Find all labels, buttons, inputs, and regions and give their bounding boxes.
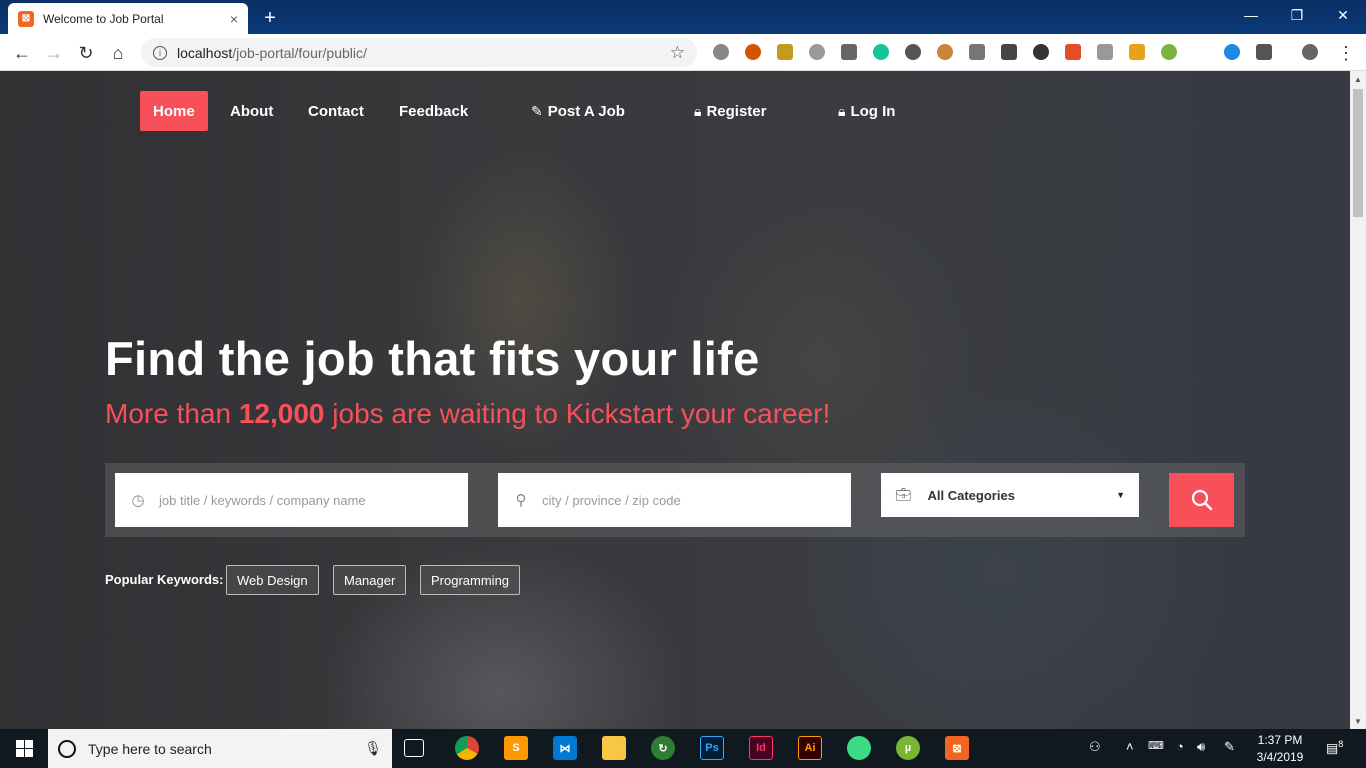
- tab-title: Welcome to Job Portal: [43, 11, 164, 26]
- hero-section: Home About Contact Feedback ✎ Post A Job…: [0, 71, 1350, 729]
- nav-feedback[interactable]: Feedback: [399, 91, 468, 131]
- lock-icon: 🔒︎: [838, 102, 846, 119]
- job-search-form: ◷ job title / keywords / company name ⚲ …: [105, 463, 1245, 537]
- search-button[interactable]: [1169, 473, 1234, 527]
- microphone-icon[interactable]: 🎙︎: [364, 740, 382, 757]
- popular-keywords-label: Popular Keywords:: [105, 572, 224, 587]
- photoshop-icon[interactable]: Ps: [700, 736, 724, 760]
- page-scrollbar[interactable]: ▲ ▼: [1350, 71, 1366, 729]
- window-close-button[interactable]: ✕: [1320, 0, 1366, 30]
- people-icon[interactable]: ⚇: [1089, 739, 1101, 755]
- windows-taskbar: Type here to search 🎙︎ S ⋈ ↻ Ps Id Ai µ …: [0, 729, 1366, 768]
- extension-icon[interactable]: [1033, 44, 1049, 60]
- nav-home[interactable]: Home: [140, 91, 208, 131]
- nav-post-job[interactable]: ✎ Post A Job: [531, 91, 625, 131]
- new-tab-button[interactable]: +: [258, 6, 282, 30]
- extension-icon[interactable]: [713, 44, 729, 60]
- wifi-icon[interactable]: ◔: [1176, 739, 1184, 754]
- scroll-thumb[interactable]: [1353, 89, 1363, 217]
- profile-avatar[interactable]: [1302, 44, 1318, 60]
- extension-icon[interactable]: [1097, 44, 1113, 60]
- extension-icon[interactable]: [969, 44, 985, 60]
- android-studio-icon[interactable]: [847, 736, 871, 760]
- extension-icon[interactable]: [905, 44, 921, 60]
- cookie-icon[interactable]: [937, 44, 953, 60]
- site-info-icon[interactable]: i: [153, 45, 167, 60]
- tab-close-icon[interactable]: ×: [230, 11, 238, 27]
- keyword-input[interactable]: ◷ job title / keywords / company name: [115, 473, 468, 527]
- forward-icon[interactable]: →: [42, 41, 66, 65]
- pen-icon[interactable]: ✎: [1224, 739, 1235, 755]
- lock-icon: 🔒︎: [694, 102, 702, 119]
- hero-subtitle: More than 12,000 jobs are waiting to Kic…: [105, 398, 831, 429]
- updater-icon[interactable]: ↻: [651, 736, 675, 760]
- minimize-button[interactable]: —: [1228, 0, 1274, 30]
- cortana-icon: [58, 739, 76, 758]
- tray-chevron-icon[interactable]: ˄: [1126, 739, 1134, 754]
- volume-icon[interactable]: 🔊︎: [1197, 739, 1205, 755]
- utorrent-icon[interactable]: µ: [896, 736, 920, 760]
- xampp-icon[interactable]: ⊠: [945, 736, 969, 760]
- category-select[interactable]: 💼︎ All Categories ▼: [881, 473, 1139, 517]
- browser-toolbar: ← → ↻ ⌂ i localhost/job-portal/four/publ…: [0, 34, 1366, 71]
- action-center-icon[interactable]: ▤8: [1326, 739, 1343, 756]
- vscode-icon[interactable]: ⋈: [553, 736, 577, 760]
- nav-register[interactable]: 🔒︎ Register: [694, 91, 766, 131]
- indesign-icon[interactable]: Id: [749, 736, 773, 760]
- grammarly-icon[interactable]: [873, 44, 889, 60]
- extension-icon[interactable]: [1001, 44, 1017, 60]
- home-icon[interactable]: ⌂: [106, 41, 130, 65]
- scroll-down-icon[interactable]: ▼: [1350, 713, 1366, 729]
- back-icon[interactable]: ←: [10, 41, 34, 65]
- map-pin-icon: ⚲: [515, 492, 527, 509]
- xampp-favicon-icon: ⊠: [18, 10, 34, 27]
- reload-icon[interactable]: ↻: [74, 41, 98, 65]
- bookmark-star-icon[interactable]: ☆: [670, 43, 685, 63]
- nav-contact[interactable]: Contact: [308, 91, 364, 131]
- search-icon: [1191, 489, 1212, 511]
- keyword-tag[interactable]: Programming: [420, 565, 521, 595]
- restore-button[interactable]: ❐: [1274, 0, 1320, 30]
- address-bar[interactable]: i localhost/job-portal/four/public/ ☆: [141, 38, 697, 67]
- input-method-icon[interactable]: ⌨: [1148, 739, 1164, 752]
- hero-title: Find the job that fits your life: [105, 332, 760, 385]
- browser-tab[interactable]: ⊠ Welcome to Job Portal ×: [8, 3, 248, 34]
- extension-icon[interactable]: [1129, 44, 1145, 60]
- eyedropper-icon[interactable]: [1256, 44, 1272, 60]
- extension-icon[interactable]: [1161, 44, 1177, 60]
- location-input[interactable]: ⚲ city / province / zip code: [498, 473, 851, 527]
- clock-icon: ◷: [131, 492, 145, 509]
- sublime-text-icon[interactable]: S: [504, 736, 528, 760]
- extension-icon[interactable]: [809, 44, 825, 60]
- edit-icon: ✎: [531, 102, 543, 119]
- extension-icon[interactable]: [1065, 44, 1081, 60]
- file-explorer-icon[interactable]: [602, 736, 626, 760]
- url-text[interactable]: localhost/job-portal/four/public/: [177, 45, 670, 61]
- taskbar-search[interactable]: Type here to search 🎙︎: [48, 729, 392, 768]
- caret-down-icon: ▼: [1116, 490, 1125, 500]
- briefcase-icon: 💼︎: [895, 487, 912, 502]
- browser-titlebar: ⊠ Welcome to Job Portal × + — ❐ ✕: [0, 0, 1366, 34]
- notification-count: 8: [1338, 739, 1344, 749]
- illustrator-icon[interactable]: Ai: [798, 736, 822, 760]
- menu-icon[interactable]: ⋮: [1334, 41, 1358, 65]
- chrome-icon[interactable]: [455, 736, 479, 760]
- start-button[interactable]: [0, 729, 48, 768]
- extension-icon[interactable]: [745, 44, 761, 60]
- keyword-tag[interactable]: Web Design: [226, 565, 319, 595]
- extension-icon[interactable]: [777, 44, 793, 60]
- taskbar-clock[interactable]: 1:37 PM 3/4/2019: [1248, 732, 1312, 766]
- extension-icon[interactable]: [1224, 44, 1240, 60]
- extension-icon[interactable]: [841, 44, 857, 60]
- task-view-icon[interactable]: [404, 739, 424, 757]
- nav-about[interactable]: About: [230, 91, 273, 131]
- scroll-up-icon[interactable]: ▲: [1350, 71, 1366, 87]
- keyword-tag[interactable]: Manager: [333, 565, 407, 595]
- nav-login[interactable]: 🔒︎ Log In: [838, 91, 895, 131]
- windows-logo-icon: [15, 740, 33, 757]
